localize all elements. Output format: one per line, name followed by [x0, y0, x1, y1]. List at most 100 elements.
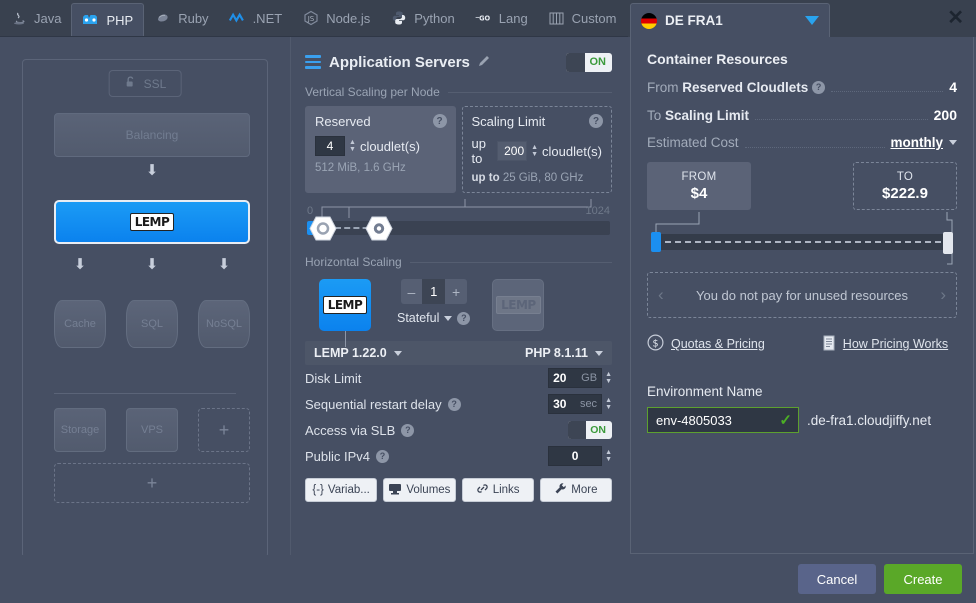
region-tab[interactable]: DE FRA1 [630, 3, 830, 37]
stack-version-dropdown[interactable]: LEMP 1.22.0 [314, 346, 402, 360]
tab-python[interactable]: Python [380, 0, 464, 36]
node-cache[interactable]: Cache [54, 300, 106, 348]
engine-version-dropdown[interactable]: PHP 8.1.11 [525, 346, 603, 360]
node-power-toggle[interactable]: ON [566, 52, 612, 72]
chevron-right-icon[interactable]: › [940, 285, 946, 305]
option-access-slb: Access via SLB ? ON [305, 417, 612, 443]
links-button[interactable]: Links [461, 478, 534, 502]
slider-handle-reserved[interactable] [309, 216, 337, 241]
chevron-down-icon[interactable] [805, 16, 819, 25]
cost-slider-handle-max[interactable] [943, 232, 953, 254]
question-icon[interactable]: ? [432, 114, 447, 128]
add-layer-button[interactable]: + [54, 463, 250, 503]
disk-limit-input[interactable]: 20 GB [548, 368, 603, 388]
plus-icon: + [218, 419, 230, 440]
tab-ruby[interactable]: Ruby [144, 0, 218, 36]
volumes-icon [388, 483, 402, 498]
option-public-ipv4: Public IPv4 ? 0 ▲ ▼ [305, 443, 612, 469]
public-ipv4-stepper[interactable]: ▲ ▼ [605, 449, 612, 463]
more-button[interactable]: More [539, 478, 612, 502]
variables-icon: {-} [312, 484, 324, 496]
restart-delay-value: 30 [553, 397, 567, 411]
toggle-label: ON [590, 424, 606, 436]
vertical-scaling-label: Vertical Scaling per Node [305, 85, 612, 99]
instance-label: LEMP [322, 296, 368, 314]
node-storage[interactable]: Storage [54, 408, 106, 452]
restart-delay-input[interactable]: 30 sec [548, 394, 603, 414]
slider-track[interactable] [307, 221, 610, 235]
unlocked-padlock-icon [124, 75, 138, 92]
stateful-dropdown[interactable]: Stateful ? [397, 311, 471, 325]
python-icon [390, 9, 408, 27]
node-balancing[interactable]: Balancing [54, 113, 250, 157]
instance-node-active[interactable]: LEMP [319, 279, 371, 331]
scaling-limit-value-input[interactable]: 200 [497, 141, 528, 161]
tab-java[interactable]: Java [0, 0, 71, 36]
decrement-button[interactable]: – [401, 279, 422, 304]
disk-limit-stepper[interactable]: ▲ ▼ [605, 371, 612, 385]
tab-custom[interactable]: Custom [538, 0, 627, 36]
close-icon[interactable]: ✕ [947, 8, 964, 28]
slider-handle-limit[interactable] [365, 216, 393, 241]
version-row: LEMP 1.22.0 PHP 8.1.11 [305, 341, 612, 365]
question-icon[interactable]: ? [401, 423, 415, 437]
how-pricing-works-link[interactable]: How Pricing Works [822, 334, 948, 354]
instance-node-placeholder[interactable]: LEMP [492, 279, 545, 331]
access-slb-toggle[interactable]: ON [568, 421, 612, 439]
node-nosql[interactable]: NoSQL [198, 300, 250, 348]
variables-button[interactable]: {-} Variab... [305, 478, 378, 502]
button-label: More [571, 484, 598, 496]
environment-domain-suffix: .de-fra1.cloudjiffy.net [807, 412, 932, 428]
tab-nodejs[interactable]: JS Node.js [292, 0, 380, 36]
add-node-button[interactable]: + [198, 408, 250, 452]
cost-to-value: $222.9 [882, 184, 928, 202]
reserved-stepper[interactable]: ▲ ▼ [349, 139, 356, 153]
question-icon[interactable]: ? [812, 80, 826, 94]
cost-to-box: TO $222.9 [853, 162, 957, 210]
tab-go[interactable]: GO Lang [465, 0, 538, 36]
quotas-pricing-link[interactable]: $ Quotas & Pricing [647, 334, 765, 354]
pricing-links: $ Quotas & Pricing How Pricing Works [647, 334, 957, 354]
toggle-label: ON [589, 56, 607, 68]
ssl-label: SSL [143, 76, 167, 91]
restart-delay-stepper[interactable]: ▲ ▼ [605, 397, 612, 411]
instance-label: LEMP [496, 296, 541, 314]
tab-dotnet[interactable]: .NET [219, 0, 293, 36]
question-icon[interactable]: ? [376, 449, 390, 463]
cost-from-box: FROM $4 [647, 162, 751, 210]
pencil-icon[interactable] [478, 54, 491, 70]
cloudlet-slider: 0 1024 [305, 197, 612, 245]
cost-slider-handle-min[interactable] [651, 232, 661, 252]
environment-name-label: Environment Name [647, 384, 763, 399]
ssl-chip[interactable]: SSL [108, 70, 182, 97]
node-vps[interactable]: VPS [126, 408, 178, 452]
volumes-button[interactable]: Volumes [383, 478, 456, 502]
question-icon[interactable]: ? [589, 114, 603, 128]
reserved-value-input[interactable]: 4 [315, 136, 345, 156]
node-lemp-selected[interactable]: LEMP [54, 200, 250, 244]
chevron-down-icon [393, 350, 402, 356]
to-value: 200 [933, 107, 957, 123]
scaling-limit-unit: cloudlet(s) [542, 143, 602, 159]
from-reserved-cloudlets-row: From Reserved Cloudlets ? 4 [647, 79, 957, 95]
link-icon [476, 482, 489, 498]
chevron-left-icon[interactable]: ‹ [658, 285, 664, 305]
environment-name-input[interactable] [647, 407, 799, 433]
tab-php[interactable]: PHP [71, 3, 145, 36]
environment-name-field-wrap: ✓ [647, 407, 799, 433]
public-ipv4-input[interactable]: 0 [548, 446, 603, 466]
cancel-button[interactable]: Cancel [798, 564, 876, 594]
scaling-limit-stepper[interactable]: ▲ ▼ [531, 144, 538, 158]
billing-period-dropdown[interactable]: monthly [891, 135, 957, 150]
question-icon[interactable]: ? [457, 311, 471, 325]
question-icon[interactable]: ? [447, 397, 461, 411]
document-icon [822, 335, 836, 354]
pricing-panel: DE FRA1 ✕ Container Resources From Reser… [628, 0, 976, 603]
node-sql[interactable]: SQL [126, 300, 178, 348]
instance-count-value[interactable]: 1 [421, 279, 446, 304]
cost-slider-track[interactable] [651, 234, 953, 250]
hamburger-icon[interactable] [305, 55, 321, 69]
section-title: Vertical Scaling per Node [305, 85, 440, 99]
increment-button[interactable]: + [445, 279, 466, 304]
create-button[interactable]: Create [884, 564, 962, 594]
